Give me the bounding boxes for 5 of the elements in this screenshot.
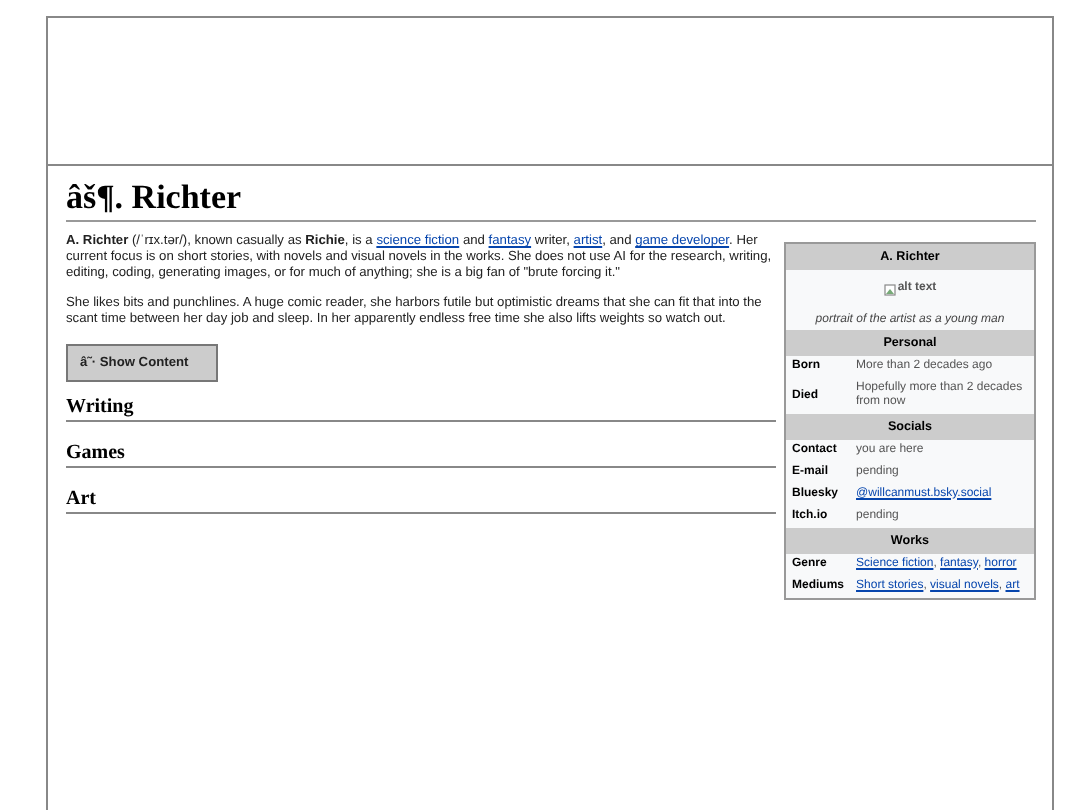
section-heading: Games	[66, 440, 776, 469]
broken-image-icon	[883, 283, 896, 295]
page-title: âš¶. Richter	[66, 178, 1036, 222]
section-heading: Art	[66, 486, 776, 515]
section-heading: Writing	[66, 394, 776, 423]
